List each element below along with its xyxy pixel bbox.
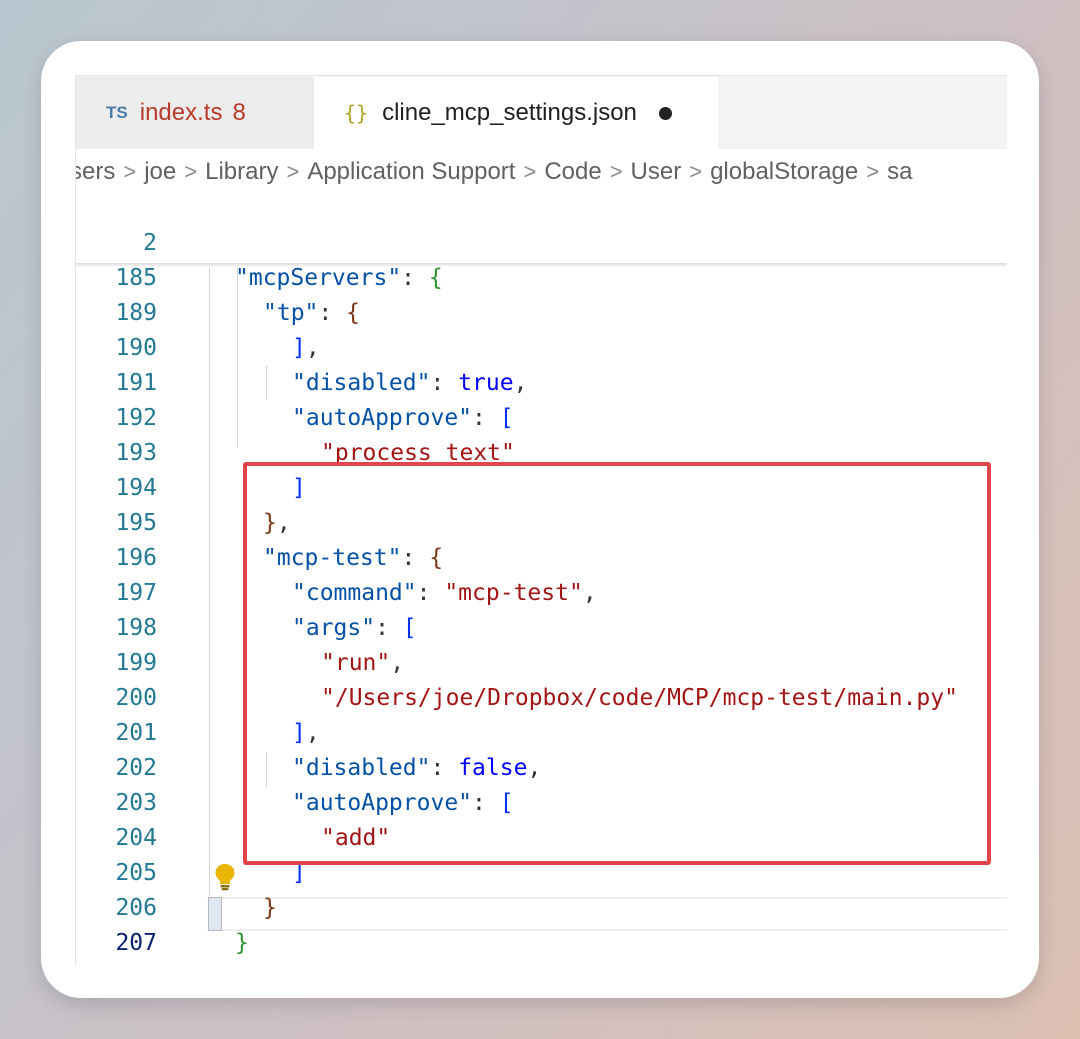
code-line[interactable]: 190 "disabled": true, (76, 296, 1007, 396)
breadcrumb-item[interactable]: User (631, 158, 682, 186)
code-line[interactable]: 2 "mcpServers": { (76, 191, 1007, 291)
chevron-right-icon: > (286, 159, 300, 184)
tab-label: index.ts (139, 99, 223, 126)
unsaved-changes-dot-icon[interactable] (658, 106, 672, 120)
code-line[interactable]: 193 ] (76, 401, 1007, 501)
chevron-right-icon: > (123, 159, 137, 184)
breadcrumb-item[interactable]: sa (887, 158, 912, 186)
sticky-scroll-shadow (76, 263, 1007, 267)
lightbulb-icon[interactable] (214, 863, 236, 891)
code-line[interactable]: 191 "autoApprove": [ (76, 331, 1007, 431)
json-file-icon: {} (344, 101, 369, 125)
breadcrumb-item[interactable]: sers (76, 158, 115, 186)
tab-cline-mcp-settings[interactable]: {} cline_mcp_settings.json (314, 77, 718, 149)
annotation-highlight-box (243, 462, 991, 865)
tab-index-ts[interactable]: TS index.ts 8 (76, 77, 314, 149)
code-line[interactable]: 192 "process_text" (76, 366, 1007, 466)
breadcrumb-item[interactable]: globalStorage (710, 158, 858, 186)
chevron-right-icon: > (523, 159, 537, 184)
tab-bar: TS index.ts 8 {} cline_mcp_settings.json (76, 75, 1007, 149)
typescript-file-icon: TS (106, 103, 128, 122)
line-number: 207 (115, 930, 157, 956)
chevron-right-icon: > (689, 159, 703, 184)
code-line[interactable]: 207 } (76, 891, 1007, 956)
chevron-right-icon: > (184, 159, 198, 184)
chevron-right-icon: > (609, 159, 623, 184)
code-line[interactable]: 185 "tp": { (76, 226, 1007, 326)
line-text: } (209, 961, 223, 965)
chevron-right-icon: > (866, 159, 880, 184)
breadcrumb-item[interactable]: joe (144, 158, 176, 186)
line-text: } (235, 930, 249, 956)
tab-label: cline_mcp_settings.json (382, 99, 637, 126)
breadcrumb-item[interactable]: Library (205, 158, 278, 186)
problem-count-badge: 8 (232, 99, 246, 126)
breadcrumb: sers > joe > Library > Application Suppo… (76, 155, 1007, 189)
breadcrumb-item[interactable]: Application Support (307, 158, 515, 186)
breadcrumb-item[interactable]: Code (544, 158, 601, 186)
